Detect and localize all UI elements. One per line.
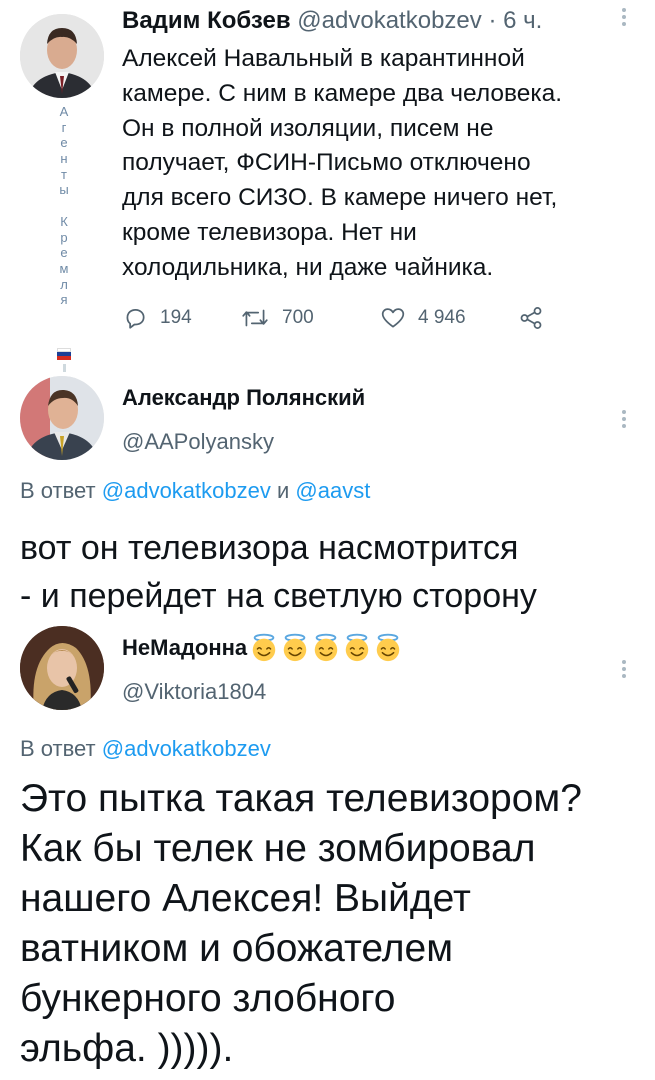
tweet-header: Вадим Кобзев @advokatkobzev · 6 ч. bbox=[122, 6, 602, 36]
tweet-text-line: получает, ФСИН-Письмо отключено bbox=[122, 149, 531, 177]
mention-link[interactable]: @advokatkobzev bbox=[102, 478, 271, 503]
replying-to: В ответ @advokatkobzev bbox=[20, 734, 271, 764]
sidebar-letter: м bbox=[59, 260, 69, 276]
author-name[interactable]: Александр Полянский bbox=[122, 384, 365, 412]
replying-to: В ответ @advokatkobzev и @aavst bbox=[20, 476, 370, 506]
smiling-face-with-halo-icon bbox=[249, 633, 279, 663]
heart-icon bbox=[381, 308, 405, 328]
sidebar-letter: К bbox=[60, 213, 68, 229]
more-options-icon[interactable] bbox=[614, 660, 634, 686]
tweet-text-line: вот он телевизора насмотрится bbox=[20, 529, 519, 567]
like-button[interactable]: 4 946 bbox=[380, 300, 466, 336]
tweet-text-line: бункерного злобного bbox=[20, 977, 396, 1020]
sidebar-letter: е bbox=[60, 245, 68, 261]
vadim-kobzev-avatar[interactable] bbox=[20, 14, 104, 98]
tweet-text-line: Как бы телек не зомбировал bbox=[20, 827, 536, 870]
tweet-text-line: ватником и обожателем bbox=[20, 927, 454, 970]
author-name-row[interactable]: НеМадонна bbox=[122, 630, 404, 666]
tweet-text-line: Алексей Навальный в карантинной bbox=[122, 45, 525, 72]
sidebar-letter: А bbox=[59, 104, 69, 119]
retweet-icon bbox=[242, 309, 268, 327]
name-emojis bbox=[249, 633, 404, 663]
retweet-button[interactable]: 700 bbox=[240, 300, 314, 336]
thread-line bbox=[63, 364, 66, 372]
tweet-text: Алексей Навальный в карантинной камере. … bbox=[122, 42, 642, 286]
author-handle[interactable]: @advokatkobzev bbox=[297, 7, 481, 34]
reply-button[interactable]: 194 bbox=[122, 300, 192, 336]
like-count: 4 946 bbox=[418, 307, 466, 328]
tweet-text-line: для всего СИЗО. В камере ничего нет, bbox=[122, 184, 558, 212]
replying-to-and: и bbox=[276, 478, 290, 503]
mention-link[interactable]: @aavst bbox=[295, 478, 370, 503]
author-handle[interactable]: @Viktoria1804 bbox=[122, 678, 266, 706]
nemadonna-avatar[interactable] bbox=[20, 626, 104, 710]
sidebar-letter: г bbox=[61, 119, 67, 135]
share-icon bbox=[520, 307, 542, 329]
sidebar-letter: ы bbox=[59, 182, 69, 198]
tweet-text-line: Он в полной изоляции, писем не bbox=[122, 114, 494, 142]
tweet-text-line: холодильника, ни даже чайника. bbox=[122, 253, 494, 281]
reply-count: 194 bbox=[160, 307, 192, 328]
author-name[interactable]: Вадим Кобзев bbox=[122, 7, 291, 34]
tweet-text: Это пытка такая телевизором? Как бы теле… bbox=[20, 774, 650, 1074]
smiling-face-with-halo-icon bbox=[311, 633, 341, 663]
reply-icon bbox=[126, 309, 145, 329]
mention-link[interactable]: @advokatkobzev bbox=[102, 736, 271, 761]
tweet-text-line: Это пытка такая телевизором? bbox=[20, 777, 582, 820]
author-name[interactable]: НеМадонна bbox=[122, 634, 247, 662]
aleksandr-polyanskiy-avatar[interactable] bbox=[20, 376, 104, 460]
sidebar-letter: р bbox=[60, 229, 68, 245]
sidebar-letter: н bbox=[60, 151, 68, 167]
author-handle[interactable]: @AAPolyansky bbox=[122, 428, 274, 456]
sidebar-letter: я bbox=[60, 292, 68, 308]
smiling-face-with-halo-icon bbox=[373, 633, 403, 663]
replying-to-label: В ответ bbox=[20, 736, 96, 761]
smiling-face-with-halo-icon bbox=[342, 633, 372, 663]
separator-dot: · bbox=[488, 7, 497, 34]
smiling-face-with-halo-icon bbox=[280, 633, 310, 663]
tweet-text-line: камере. С ним в камере два человека. bbox=[122, 79, 563, 107]
tweet-text-line: - и перейдет на светлую сторону bbox=[20, 577, 537, 615]
more-options-icon[interactable] bbox=[614, 410, 634, 436]
more-options-icon[interactable] bbox=[612, 8, 636, 34]
russian-flag-icon bbox=[57, 348, 71, 360]
share-button[interactable] bbox=[518, 300, 556, 336]
tweet-text-line: кроме телевизора. Нет ни bbox=[122, 218, 417, 246]
tweet-text: вот он телевизора насмотрится - и перейд… bbox=[20, 524, 650, 620]
sidebar-letter bbox=[58, 198, 70, 214]
tweet-timestamp[interactable]: 6 ч. bbox=[503, 7, 542, 34]
tweet-text-line: нашего Алексея! Выйдет bbox=[20, 877, 471, 920]
sidebar-label-agents-of-kremlin: АгентыКремля bbox=[54, 104, 74, 364]
tweet-text-line: эльфа. ))))). bbox=[20, 1027, 234, 1070]
retweet-count: 700 bbox=[282, 307, 314, 328]
sidebar-letter: т bbox=[61, 166, 67, 182]
replying-to-label: В ответ bbox=[20, 478, 96, 503]
sidebar-letter: л bbox=[60, 276, 68, 292]
sidebar-letter: е bbox=[60, 135, 68, 151]
flag-stripe bbox=[57, 356, 71, 360]
